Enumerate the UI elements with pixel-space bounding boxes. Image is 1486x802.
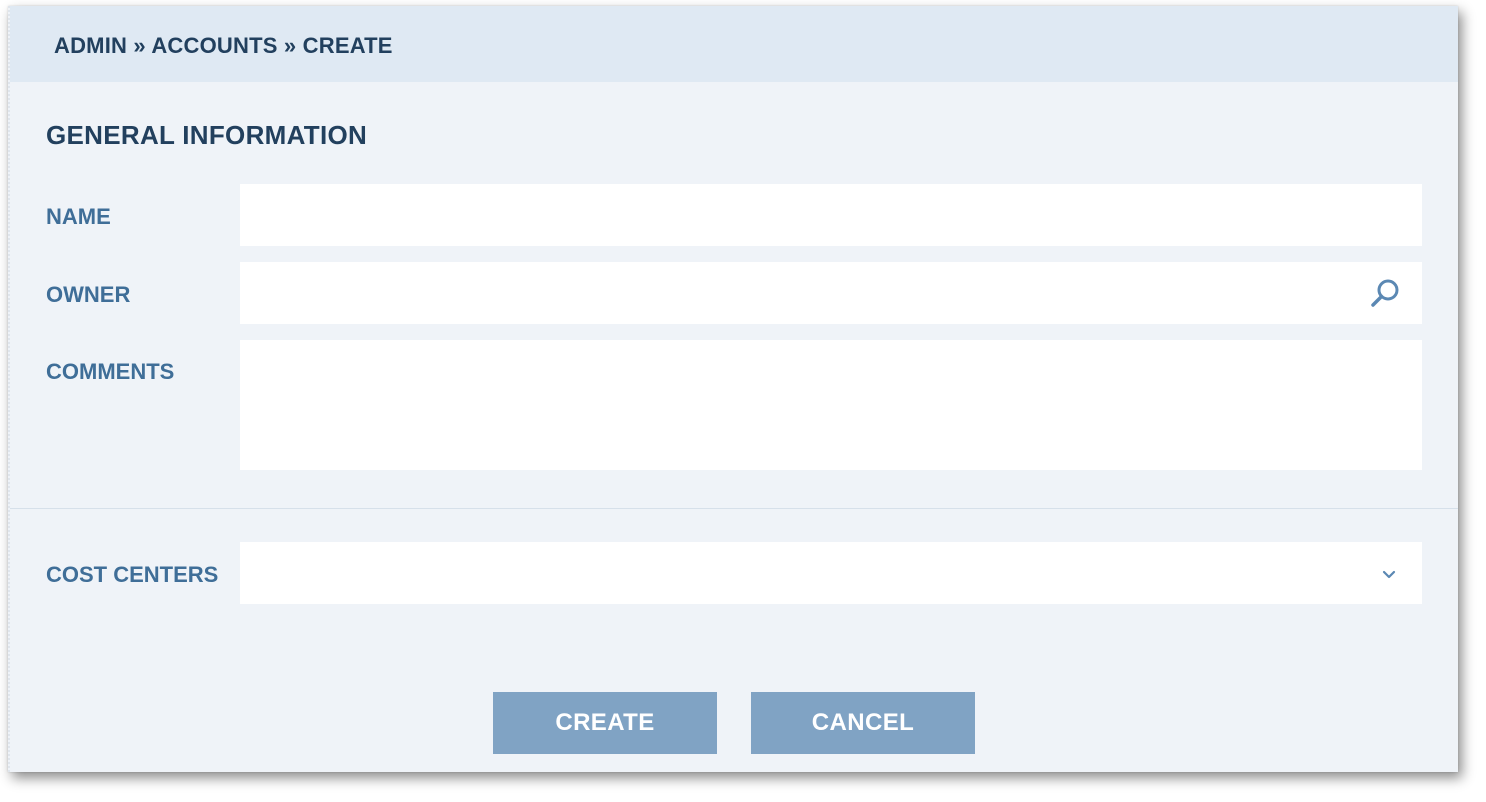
section-title-general-information: GENERAL INFORMATION xyxy=(46,120,368,150)
cost-centers-select[interactable] xyxy=(240,542,1422,604)
create-account-panel: ADMIN » ACCOUNTS » CREATE GENERAL INFORM… xyxy=(8,6,1458,772)
chevron-down-icon[interactable] xyxy=(1378,564,1400,586)
search-icon[interactable] xyxy=(1368,277,1402,311)
cancel-button[interactable]: CANCEL xyxy=(751,692,975,754)
comments-label: COMMENTS xyxy=(46,359,175,384)
cost-centers-label: COST CENTERS xyxy=(46,562,219,587)
comments-textarea[interactable] xyxy=(240,340,1422,470)
name-label: NAME xyxy=(46,204,111,229)
name-input[interactable] xyxy=(240,184,1422,246)
owner-input[interactable] xyxy=(240,262,1422,324)
section-divider xyxy=(10,508,1458,509)
page-header: ADMIN » ACCOUNTS » CREATE xyxy=(10,6,1458,82)
create-button[interactable]: CREATE xyxy=(493,692,717,754)
owner-label: OWNER xyxy=(46,282,131,307)
breadcrumb: ADMIN » ACCOUNTS » CREATE xyxy=(54,33,393,58)
